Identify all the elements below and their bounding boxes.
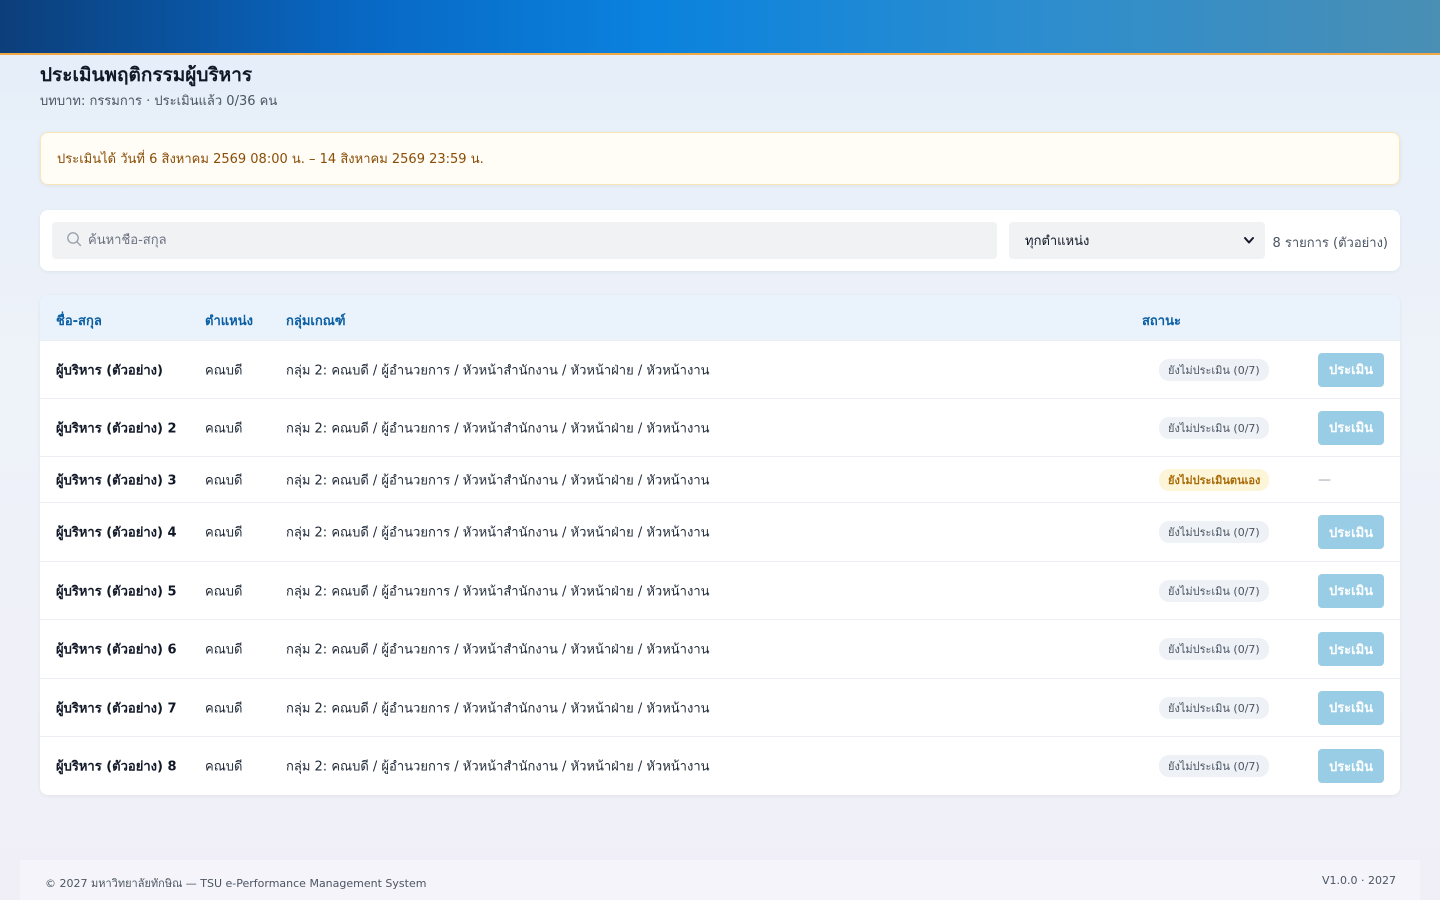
table-row: ผู้บริหาร (ตัวอย่าง) 2 คณบดี กลุ่ม 2: คณ…	[40, 398, 1400, 456]
row-group: กลุ่ม 2: คณบดี / ผู้อำนวยการ / หัวหน้าสำ…	[286, 421, 710, 436]
evaluate-button[interactable]: ประเมิน	[1318, 352, 1384, 387]
row-position: คณบดี	[205, 642, 243, 658]
search-box[interactable]	[52, 222, 997, 259]
row-group: กลุ่ม 2: คณบดี / ผู้อำนวยการ / หัวหน้าสำ…	[286, 759, 710, 775]
filter-bar: ทุกตำแหน่ง 8 รายการ (ตัวอย่าง)	[40, 210, 1400, 271]
status-badge: ยังไม่ประเมิน (0/7)	[1159, 521, 1269, 543]
row-position: คณบดี	[205, 473, 243, 488]
row-position: คณบดี	[205, 421, 243, 436]
executives-table: ชื่อ-สกุล ตำแหน่ง กลุ่มเกณฑ์ สถานะ ผู้บร…	[40, 295, 1400, 795]
row-group: กลุ่ม 2: คณบดี / ผู้อำนวยการ / หัวหน้าสำ…	[286, 642, 710, 658]
evaluate-button[interactable]: ประเมิน	[1318, 690, 1384, 725]
row-name: ผู้บริหาร (ตัวอย่าง) 8	[56, 759, 177, 775]
row-name: ผู้บริหาร (ตัวอย่าง) 2	[56, 421, 177, 436]
status-badge: ยังไม่ประเมิน (0/7)	[1159, 358, 1269, 381]
status-badge: ยังไม่ประเมิน (0/7)	[1159, 416, 1269, 439]
evaluate-button[interactable]: ประเมิน	[1318, 573, 1384, 608]
table-row: ผู้บริหาร (ตัวอย่าง) 4 คณบดี กลุ่ม 2: คณ…	[40, 502, 1400, 561]
evaluate-button[interactable]: ประเมิน	[1318, 749, 1384, 783]
row-group: กลุ่ม 2: คณบดี / ผู้อำนวยการ / หัวหน้าสำ…	[286, 473, 710, 488]
column-header-name[interactable]: ชื่อ-สกุล	[56, 310, 102, 331]
notice-text: ประเมินได้ วันที่ 6 สิงหาคม 2569 08:00 น…	[57, 152, 484, 167]
row-name: ผู้บริหาร (ตัวอย่าง)	[56, 363, 163, 378]
position-filter-value: ทุกตำแหน่ง	[1025, 234, 1090, 249]
evaluate-button[interactable]: ประเมิน	[1318, 515, 1384, 549]
status-badge: ยังไม่ประเมิน (0/7)	[1159, 755, 1269, 777]
row-group: กลุ่ม 2: คณบดี / ผู้อำนวยการ / หัวหน้าสำ…	[286, 701, 710, 716]
column-header-status[interactable]: สถานะ	[1142, 310, 1181, 331]
result-count: 8 รายการ (ตัวอย่าง)	[1272, 236, 1388, 251]
table-row: ผู้บริหาร (ตัวอย่าง) 7 คณบดี กลุ่ม 2: คณ…	[40, 678, 1400, 736]
table-row: ผู้บริหาร (ตัวอย่าง) 5 คณบดี กลุ่ม 2: คณ…	[40, 561, 1400, 619]
row-position: คณบดี	[205, 759, 243, 775]
evaluate-button[interactable]: ประเมิน	[1318, 410, 1384, 445]
table-row: ผู้บริหาร (ตัวอย่าง) คณบดี กลุ่ม 2: คณบด…	[40, 340, 1400, 398]
footer-version: V1.0.0 · 2027	[1322, 874, 1396, 887]
row-position: คณบดี	[205, 701, 243, 716]
no-action-dash: —	[1318, 472, 1331, 487]
search-icon	[66, 231, 82, 251]
footer-copyright: © 2027 มหาวิทยาลัยทักษิณ — TSU e-Perform…	[45, 877, 427, 890]
page-subtitle: บทบาท: กรรมการ · ประเมินแล้ว 0/36 คน	[40, 94, 278, 109]
row-name: ผู้บริหาร (ตัวอย่าง) 4	[56, 525, 177, 541]
top-navigation-bar	[0, 0, 1440, 55]
row-group: กลุ่ม 2: คณบดี / ผู้อำนวยการ / หัวหน้าสำ…	[286, 363, 710, 378]
row-name: ผู้บริหาร (ตัวอย่าง) 7	[56, 701, 177, 716]
status-badge: ยังไม่ประเมิน (0/7)	[1159, 696, 1269, 719]
position-filter-select[interactable]: ทุกตำแหน่ง	[1009, 222, 1265, 259]
status-badge-self-evaluation-pending: ยังไม่ประเมินตนเอง	[1159, 468, 1270, 491]
row-group: กลุ่ม 2: คณบดี / ผู้อำนวยการ / หัวหน้าสำ…	[286, 584, 710, 599]
chevron-down-icon	[1243, 234, 1255, 250]
row-name: ผู้บริหาร (ตัวอย่าง) 3	[56, 473, 177, 488]
table-row: ผู้บริหาร (ตัวอย่าง) 6 คณบดี กลุ่ม 2: คณ…	[40, 619, 1400, 678]
search-input[interactable]	[88, 233, 968, 248]
status-badge: ยังไม่ประเมิน (0/7)	[1159, 638, 1269, 660]
table-row: ผู้บริหาร (ตัวอย่าง) 8 คณบดี กลุ่ม 2: คณ…	[40, 736, 1400, 795]
row-name: ผู้บริหาร (ตัวอย่าง) 6	[56, 642, 177, 658]
evaluate-button[interactable]: ประเมิน	[1318, 632, 1384, 666]
footer: © 2027 มหาวิทยาลัยทักษิณ — TSU e-Perform…	[20, 860, 1420, 900]
table-header: ชื่อ-สกุล ตำแหน่ง กลุ่มเกณฑ์ สถานะ	[40, 295, 1400, 340]
row-group: กลุ่ม 2: คณบดี / ผู้อำนวยการ / หัวหน้าสำ…	[286, 525, 710, 541]
page-title: ประเมินพฤติกรรมผู้บริหาร	[40, 64, 253, 86]
row-position: คณบดี	[205, 525, 243, 541]
status-badge: ยังไม่ประเมิน (0/7)	[1159, 579, 1269, 602]
table-row: ผู้บริหาร (ตัวอย่าง) 3 คณบดี กลุ่ม 2: คณ…	[40, 456, 1400, 502]
row-name: ผู้บริหาร (ตัวอย่าง) 5	[56, 584, 177, 599]
row-position: คณบดี	[205, 584, 243, 599]
evaluation-period-notice: ประเมินได้ วันที่ 6 สิงหาคม 2569 08:00 น…	[40, 132, 1400, 185]
column-header-position[interactable]: ตำแหน่ง	[205, 310, 253, 331]
row-position: คณบดี	[205, 363, 243, 378]
column-header-group[interactable]: กลุ่มเกณฑ์	[286, 310, 346, 331]
